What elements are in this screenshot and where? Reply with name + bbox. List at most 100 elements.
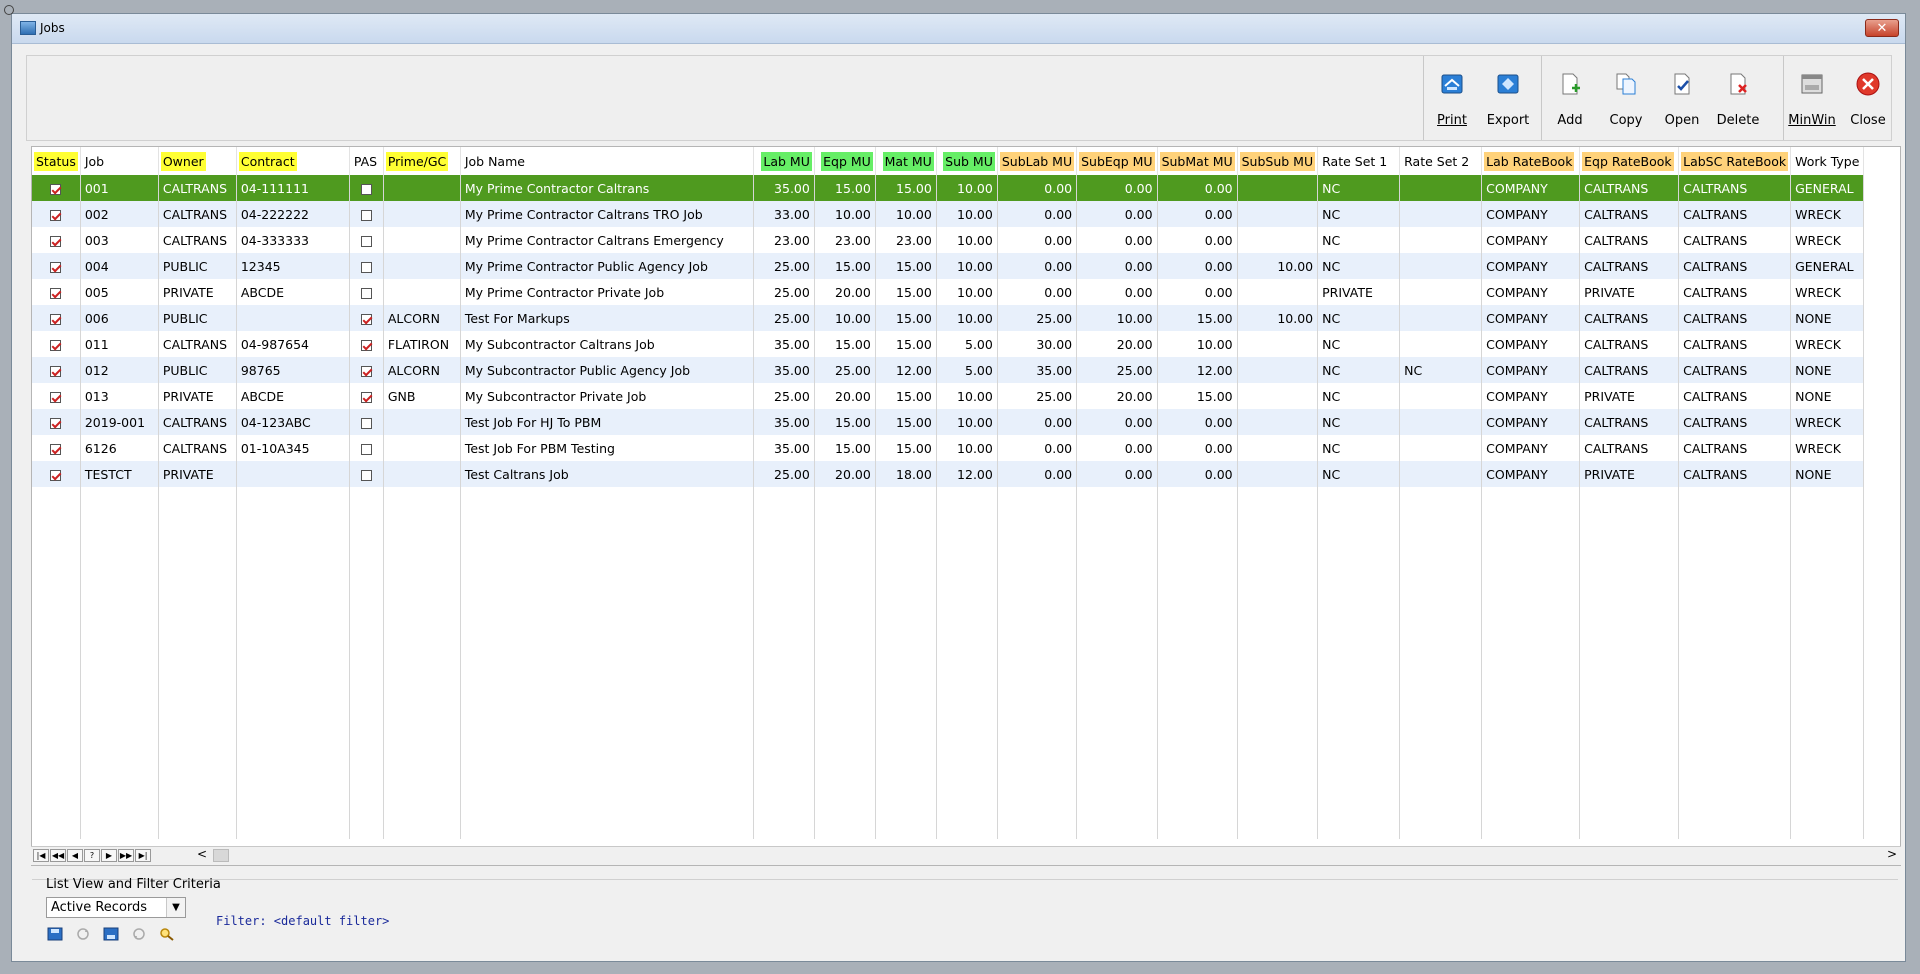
cell-status[interactable] [32,253,81,279]
table-row[interactable]: 006 PUBLIC ALCORN Test For Markups 25.00 10.0… [32,305,1865,331]
refresh-filter-icon[interactable] [75,927,91,941]
status-checkbox[interactable] [50,443,62,455]
cell-pas[interactable] [349,435,384,461]
col-labsc-ratebook[interactable]: LabSC RateBook [1678,147,1792,175]
cell-status[interactable] [32,357,81,383]
add-button[interactable]: Add [1542,56,1598,140]
title-bar[interactable]: Jobs ✕ [12,14,1905,44]
cell-status[interactable] [32,201,81,227]
table-row[interactable]: 003 CALTRANS 04-333333 My Prime Contractor … [32,227,1865,253]
pas-checkbox[interactable] [360,417,372,429]
table-row[interactable]: 011 CALTRANS 04-987654 FLATIRON My Subcontra… [32,331,1865,357]
save-view-icon[interactable] [103,927,119,941]
nav-help-button[interactable]: ? [84,849,100,862]
nav-next-page-button[interactable]: ▶▶ [118,849,134,862]
table-row[interactable]: 012 PUBLIC 98765 ALCORN My Subcontractor Pub… [32,357,1865,383]
col-work-type[interactable]: Work Type [1790,147,1865,175]
pas-checkbox[interactable] [360,235,372,247]
col-lab-ratebook[interactable]: Lab RateBook [1481,147,1581,175]
col-lab-mu[interactable]: Lab MU [753,147,815,175]
cell-status[interactable] [32,461,81,487]
table-row[interactable]: 6126 CALTRANS 01-10A345 Test Job For PBM Te… [32,435,1865,461]
col-sub-mu[interactable]: Sub MU [936,147,998,175]
table-row[interactable]: 013 PRIVATE ABCDE GNB My Subcontractor Priva… [32,383,1865,409]
nav-prev-button[interactable]: ◀ [67,849,83,862]
cell-pas[interactable] [349,227,384,253]
search-icon[interactable] [159,927,175,941]
open-button[interactable]: Open [1654,56,1710,140]
status-checkbox[interactable] [50,365,62,377]
col-rate-set-1[interactable]: Rate Set 1 [1317,147,1401,175]
nav-next-button[interactable]: ▶ [101,849,117,862]
col-subeqp-mu[interactable]: SubEqp MU [1076,147,1158,175]
copy-button[interactable]: Copy [1598,56,1654,140]
col-submat-mu[interactable]: SubMat MU [1157,147,1238,175]
status-checkbox[interactable] [50,313,62,325]
status-checkbox[interactable] [50,417,62,429]
status-checkbox[interactable] [50,391,62,403]
scroll-right-arrow[interactable]: > [1887,847,1897,861]
col-eqp-mu[interactable]: Eqp MU [814,147,876,175]
scroll-left-arrow[interactable]: < [197,847,207,861]
pas-checkbox[interactable] [360,365,372,377]
cell-pas[interactable] [349,279,384,305]
status-checkbox[interactable] [50,261,62,273]
pas-checkbox[interactable] [360,183,372,195]
pas-checkbox[interactable] [360,209,372,221]
cell-pas[interactable] [349,357,384,383]
pas-checkbox[interactable] [360,313,372,325]
export-button[interactable]: Export [1480,56,1536,140]
table-row[interactable]: 001 CALTRANS 04-111111 My Prime Contractor … [32,175,1865,201]
status-checkbox[interactable] [50,235,62,247]
col-status[interactable]: Status [32,147,81,175]
cell-status[interactable] [32,331,81,357]
col-mat-mu[interactable]: Mat MU [875,147,937,175]
nav-last-button[interactable]: ▶| [135,849,151,862]
table-row[interactable]: 2019-001 CALTRANS 04-123ABC Test Job For HJ… [32,409,1865,435]
cell-status[interactable] [32,409,81,435]
col-prime-gc[interactable]: Prime/GC [383,147,461,175]
list-view-select[interactable]: Active Records ▼ [46,897,186,918]
window-close-button[interactable]: ✕ [1865,19,1899,37]
cell-status[interactable] [32,383,81,409]
col-contract[interactable]: Contract [236,147,350,175]
col-sublab-mu[interactable]: SubLab MU [997,147,1078,175]
pas-checkbox[interactable] [360,287,372,299]
delete-button[interactable]: Delete [1710,56,1766,140]
col-subsub-mu[interactable]: SubSub MU [1237,147,1319,175]
cell-pas[interactable] [349,175,384,201]
table-row[interactable]: 005 PRIVATE ABCDE My Prime Contractor Priva… [32,279,1865,305]
pas-checkbox[interactable] [360,391,372,403]
save-filter-icon[interactable] [47,927,63,941]
cell-status[interactable] [32,305,81,331]
cell-pas[interactable] [349,331,384,357]
status-checkbox[interactable] [50,469,62,481]
cell-pas[interactable] [349,305,384,331]
nav-first-button[interactable]: |◀ [33,849,49,862]
cell-pas[interactable] [349,461,384,487]
cell-status[interactable] [32,279,81,305]
table-row[interactable]: TESTCT PRIVATE Test Caltrans Job 25.00 20.00… [32,461,1865,487]
cell-status[interactable] [32,227,81,253]
table-row[interactable]: 004 PUBLIC 12345 My Prime Contractor Public… [32,253,1865,279]
col-job-name[interactable]: Job Name [460,147,754,175]
cell-pas[interactable] [349,383,384,409]
print-button[interactable]: Print [1424,56,1480,140]
col-job[interactable]: Job [80,147,159,175]
cell-pas[interactable] [349,409,384,435]
cell-status[interactable] [32,175,81,201]
pas-checkbox[interactable] [360,443,372,455]
nav-prev-page-button[interactable]: ◀◀ [50,849,66,862]
cell-status[interactable] [32,435,81,461]
chevron-down-icon[interactable]: ▼ [166,898,185,917]
cell-pas[interactable] [349,253,384,279]
cell-pas[interactable] [349,201,384,227]
status-checkbox[interactable] [50,209,62,221]
pas-checkbox[interactable] [360,469,372,481]
table-row[interactable]: 002 CALTRANS 04-222222 My Prime Contractor … [32,201,1865,227]
close-button[interactable]: Close [1840,56,1896,140]
refresh-view-icon[interactable] [131,927,147,941]
jobs-grid[interactable]: Status Job Owner Contract PAS Prime/GC J… [31,146,1901,866]
pas-checkbox[interactable] [360,261,372,273]
col-rate-set-2[interactable]: Rate Set 2 [1399,147,1483,175]
